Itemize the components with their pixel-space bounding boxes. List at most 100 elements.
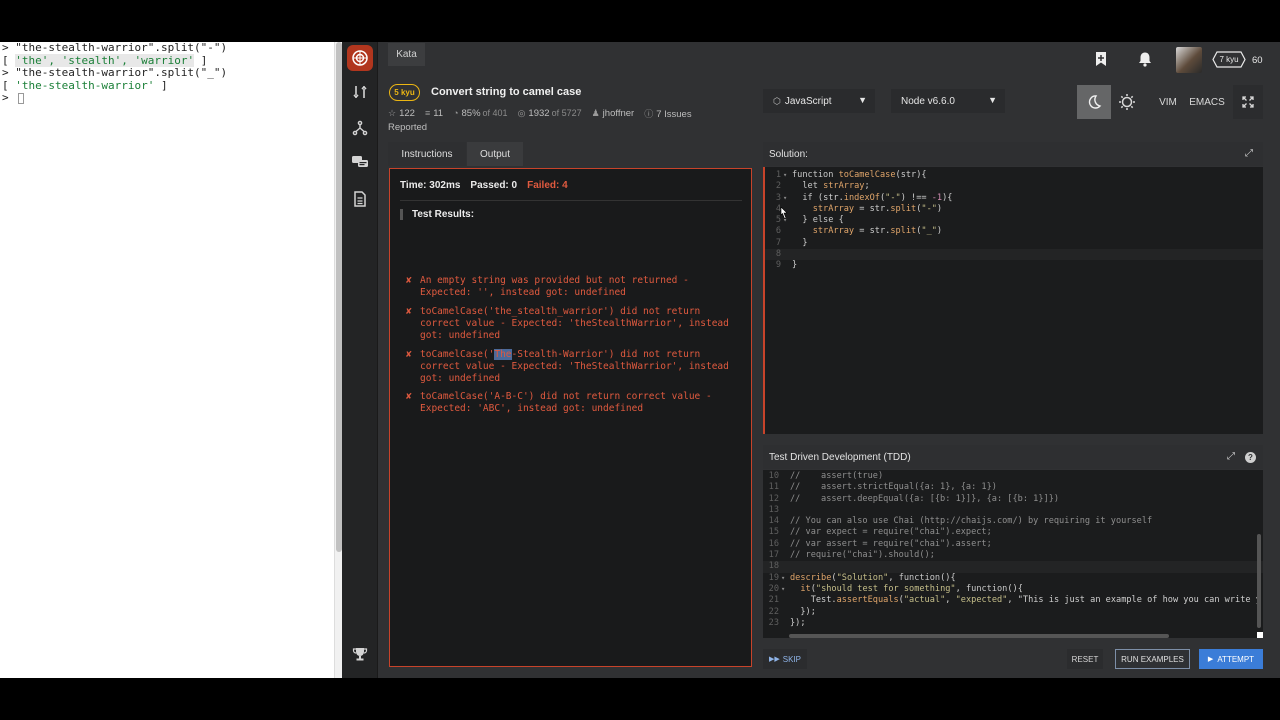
vim-mode-button[interactable]: VIM bbox=[1154, 85, 1182, 119]
code-line[interactable]: 6 strArray = str.split("_") bbox=[765, 226, 1263, 237]
tab-output[interactable]: Output bbox=[467, 142, 523, 166]
code-line[interactable]: 19 ▾ describe("Solution", function(){ bbox=[763, 573, 1263, 584]
code-line[interactable]: 11 // assert.strictEqual({a: 1}, {a: 1}) bbox=[763, 482, 1263, 493]
code-line[interactable]: 2 let strArray; bbox=[765, 181, 1263, 192]
fold-arrow-icon[interactable]: ▾ bbox=[783, 193, 787, 204]
practice-icon[interactable] bbox=[348, 80, 372, 104]
codewars-logo[interactable] bbox=[347, 45, 373, 71]
code-line[interactable]: 10 // assert(true) bbox=[763, 471, 1263, 482]
collections-stat[interactable]: ≡ 11 bbox=[425, 108, 443, 119]
code-text: // assert(true) bbox=[790, 471, 884, 481]
line-number: 4 bbox=[775, 203, 781, 214]
discuss-icon[interactable] bbox=[348, 150, 372, 174]
target-icon: ◎ bbox=[517, 108, 526, 118]
failure-text: toCamelCase('the_stealth_warrior') did n… bbox=[420, 306, 735, 341]
console-array-item: 'the' bbox=[15, 53, 49, 67]
code-line[interactable]: 9} bbox=[765, 260, 1263, 271]
votes-stat[interactable]: ☆ 122 bbox=[388, 108, 415, 119]
code-line[interactable]: 1 ▾ function toCamelCase(str){ bbox=[765, 170, 1263, 181]
fold-arrow-icon[interactable]: ▾ bbox=[781, 573, 785, 584]
console-array-item: 'the-stealth-warrior' bbox=[15, 78, 155, 92]
author-stat[interactable]: ♟ jhoffner bbox=[592, 108, 635, 119]
completed-total: of 5727 bbox=[551, 108, 582, 118]
code-line[interactable]: 22 }); bbox=[763, 607, 1263, 618]
code-line[interactable]: 13 bbox=[763, 505, 1263, 516]
tab-instructions[interactable]: Instructions bbox=[388, 142, 466, 166]
console-input-caret[interactable] bbox=[18, 92, 25, 104]
console-array-close: ] bbox=[194, 53, 208, 67]
code-line[interactable]: 8 bbox=[765, 249, 1263, 261]
line-number: 10 bbox=[768, 471, 779, 481]
code-line[interactable]: 23}); bbox=[763, 618, 1263, 629]
code-line[interactable]: 21 Test.assertEquals("actual", "expected… bbox=[763, 595, 1263, 606]
line-number: 18 bbox=[768, 561, 779, 572]
bookmark-icon[interactable] bbox=[1094, 51, 1110, 67]
code-line[interactable]: 16 // var assert = require("chai").assert… bbox=[763, 539, 1263, 550]
skip-button[interactable]: ▶▶ SKIP bbox=[763, 649, 807, 669]
fold-arrow-icon[interactable]: ▾ bbox=[783, 170, 787, 181]
light-theme-button[interactable] bbox=[1111, 85, 1143, 119]
fork-icon[interactable] bbox=[348, 116, 372, 140]
fail-x-icon: ✘ bbox=[406, 275, 412, 286]
fold-arrow-icon[interactable]: ▾ bbox=[781, 584, 785, 595]
horizontal-scrollbar[interactable] bbox=[789, 634, 1169, 638]
help-icon[interactable]: ? bbox=[1245, 452, 1256, 463]
failure-text: toCamelCase('The-Stealth-Warrior') did n… bbox=[420, 349, 734, 385]
console-prompt: > bbox=[2, 91, 16, 104]
run-examples-button[interactable]: RUN EXAMPLES bbox=[1115, 649, 1190, 669]
code-text: } bbox=[792, 260, 798, 271]
console-prompt: > bbox=[2, 66, 16, 79]
line-number: 21 bbox=[768, 595, 779, 606]
solution-code-editor[interactable]: 1 ▾ function toCamelCase(str){2 let strArr… bbox=[763, 167, 1263, 434]
console-line: [ 'the-stealth-warrior' ] bbox=[2, 78, 334, 93]
notification-bell-icon[interactable] bbox=[1137, 51, 1153, 67]
line-number: 12 bbox=[768, 493, 779, 504]
fullscreen-button[interactable] bbox=[1233, 85, 1263, 119]
console-array-item: 'stealth' bbox=[61, 53, 122, 67]
fail-x-icon: ✘ bbox=[406, 306, 412, 317]
code-line[interactable]: 3 ▾ if (str.indexOf("-") !== -1){ bbox=[765, 193, 1263, 204]
dark-theme-button[interactable] bbox=[1077, 85, 1111, 119]
code-text: it("should test for something", function… bbox=[800, 583, 1023, 594]
code-line[interactable]: 15 // var expect = require("chai").expect… bbox=[763, 527, 1263, 538]
code-line[interactable]: 4 strArray = str.split("-") bbox=[765, 204, 1263, 215]
code-line[interactable]: 7 } bbox=[765, 238, 1263, 249]
kata-tab[interactable]: Kata bbox=[388, 43, 425, 66]
attempt-button[interactable]: ▶ ATTEMPT bbox=[1199, 649, 1263, 669]
satisfaction-stat: ◔ 85% of 401 bbox=[453, 108, 507, 119]
expand-icon[interactable]: ⤢ bbox=[1245, 148, 1253, 159]
output-summary: Time: 302ms Passed: 0 Failed: 4 bbox=[400, 180, 568, 191]
code-line[interactable]: 18 bbox=[763, 561, 1263, 573]
line-number: 2 bbox=[775, 181, 781, 192]
issues-stat[interactable]: ⓘ 7 Issues bbox=[644, 107, 691, 120]
line-number: 19 bbox=[768, 572, 779, 583]
docs-icon[interactable] bbox=[348, 187, 372, 211]
code-line[interactable]: 5 ▾ } else { bbox=[765, 215, 1263, 226]
code-line[interactable]: 20 ▾ it("should test for something", func… bbox=[763, 584, 1263, 595]
trophy-icon[interactable] bbox=[348, 642, 372, 666]
chevron-down-icon: ▼ bbox=[988, 95, 997, 105]
emacs-mode-button[interactable]: EMACS bbox=[1187, 85, 1227, 119]
expand-icon[interactable]: ⤢ bbox=[1227, 451, 1235, 462]
test-results-heading: Test Results: bbox=[400, 209, 474, 220]
collections-count: 11 bbox=[433, 108, 444, 119]
language-select[interactable]: ⬡ JavaScript ▼ bbox=[763, 89, 875, 113]
reset-button[interactable]: RESET bbox=[1067, 649, 1103, 669]
code-line[interactable]: 12 // assert.deepEqual({a: [{b: 1}]}, {a:… bbox=[763, 494, 1263, 505]
code-line[interactable]: 17 // require("chai").should(); bbox=[763, 550, 1263, 561]
line-number: 6 bbox=[775, 226, 781, 237]
user-avatar[interactable] bbox=[1176, 47, 1202, 73]
failure-text: toCamelCase('A-B-C') did not return corr… bbox=[420, 391, 718, 414]
codewars-app: Kata 5 kyu Convert string to camel case … bbox=[342, 42, 1280, 678]
author-name: jhoffner bbox=[602, 108, 635, 119]
tests-code-editor[interactable]: 10 // assert(true) 11 // assert.strictEqual… bbox=[763, 470, 1263, 638]
version-select[interactable]: Node v6.6.0 ▼ bbox=[891, 89, 1005, 113]
browser-console[interactable]: > "the-stealth-warrior".split("-")[ 'the… bbox=[0, 42, 334, 678]
rank-badge: 7 kyu bbox=[1212, 51, 1246, 68]
vertical-scrollbar[interactable] bbox=[1257, 534, 1261, 628]
code-line[interactable]: 14 // You can also use Chai (http://chaij… bbox=[763, 516, 1263, 527]
console-scrollbar[interactable] bbox=[334, 42, 342, 678]
completed-stat: ◎ 1932 of 5727 bbox=[518, 108, 582, 119]
fail-x-icon: ✘ bbox=[406, 391, 412, 402]
solution-header: Solution: ⤢ bbox=[763, 142, 1263, 166]
